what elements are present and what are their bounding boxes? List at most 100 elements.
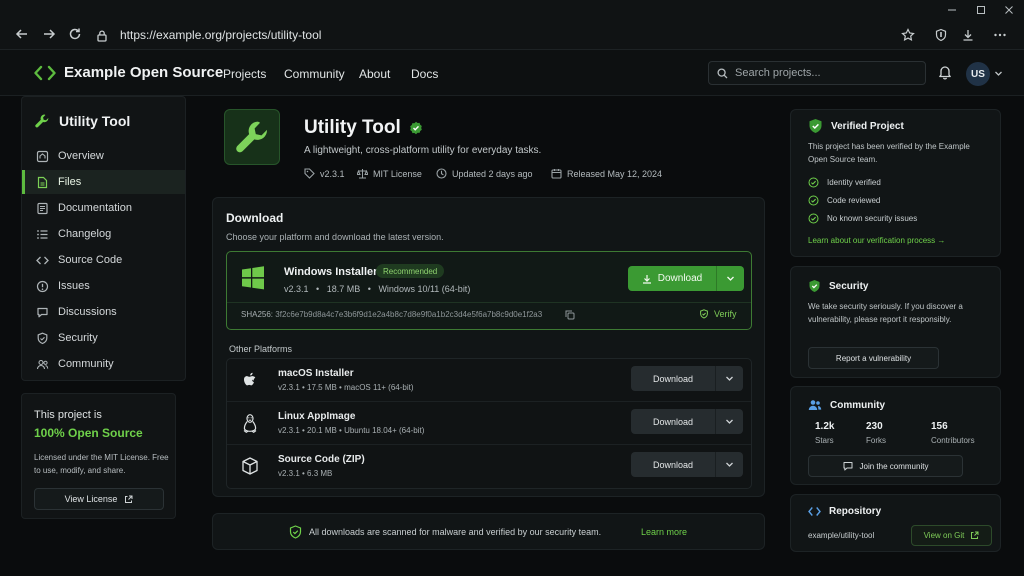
sidebar-item-overview[interactable]: Overview: [22, 144, 185, 168]
verified-title-text: Verified Project: [831, 120, 904, 132]
nav-projects[interactable]: Projects: [223, 67, 266, 81]
license-text: Licensed under the MIT License. Free to …: [34, 453, 169, 475]
brand-name: Example Open Source: [64, 64, 224, 81]
sidebar-item-issues[interactable]: Issues: [22, 274, 185, 298]
sidebar-item-changelog[interactable]: Changelog: [22, 222, 185, 246]
bell-icon[interactable]: [937, 64, 953, 80]
windows-download-options[interactable]: [717, 266, 744, 291]
minimize-icon[interactable]: [944, 3, 960, 17]
nav-about[interactable]: About: [359, 67, 390, 81]
verified-description: This project has been verified by the Ex…: [808, 142, 970, 164]
list-item: macOS Installer v2.3.1 • 17.5 MB • macOS…: [227, 359, 751, 402]
sidebar-title: Utility Tool: [34, 113, 130, 129]
macos-installer-meta: v2.3.1 • 17.5 MB • macOS 11+ (64-bit): [278, 383, 414, 392]
check-no-issues: No known security issues: [808, 213, 917, 224]
chevron-down-icon: [725, 417, 734, 426]
site-header: Example Open Source Projects Community A…: [0, 50, 1024, 96]
security-card: Security We take security seriously. If …: [790, 266, 1001, 378]
calendar-icon: [551, 168, 567, 179]
scale-icon: [357, 168, 373, 179]
sidebar-item-label: Documentation: [58, 202, 132, 214]
stat-forks: 230 Forks: [866, 421, 886, 445]
source-download-options[interactable]: [716, 452, 743, 477]
code-brackets-logo-icon: [34, 65, 56, 81]
download-tray-icon[interactable]: [959, 26, 977, 44]
learn-more-link[interactable]: Learn more: [641, 527, 687, 537]
sidebar-item-security[interactable]: Security: [22, 326, 185, 350]
sidebar-item-community[interactable]: Community: [22, 352, 185, 376]
forks-label: Forks: [866, 436, 886, 445]
join-community-button[interactable]: Join the community: [808, 455, 963, 477]
linux-download-options[interactable]: [716, 409, 743, 434]
macos-download-options[interactable]: [716, 366, 743, 391]
chevron-down-icon: [725, 374, 734, 383]
report-vulnerability-button[interactable]: Report a vulnerability: [808, 347, 939, 369]
released-meta: Released May 12, 2024: [551, 168, 662, 179]
windows-logo-icon: [241, 266, 265, 290]
scan-notice: All downloads are scanned for malware an…: [212, 513, 765, 550]
open-source-line2: 100% Open Source: [34, 426, 143, 440]
sidebar-item-documentation[interactable]: Documentation: [22, 196, 185, 220]
url-text[interactable]: https://example.org/projects/utility-too…: [120, 28, 321, 42]
repository-title-text: Repository: [829, 506, 882, 517]
forks-value: 230: [866, 421, 883, 432]
chevron-down-icon: [725, 460, 734, 469]
shield-icon: [35, 331, 49, 345]
avatar[interactable]: US: [966, 62, 990, 86]
contributors-value: 156: [931, 421, 948, 432]
address-bar[interactable]: https://example.org/projects/utility-too…: [96, 23, 924, 47]
shield-extension-icon[interactable]: [932, 26, 950, 44]
version-text: v2.3.1: [320, 168, 345, 179]
more-menu-icon[interactable]: [991, 26, 1009, 44]
star-icon[interactable]: [899, 26, 917, 44]
source-download-button[interactable]: Download: [631, 452, 715, 477]
updated-meta: Updated 2 days ago: [436, 168, 533, 179]
stat-contributors: 156 Contributors: [931, 421, 975, 445]
reload-icon[interactable]: [66, 25, 84, 43]
nav-docs[interactable]: Docs: [411, 67, 438, 81]
chat-icon: [843, 461, 860, 471]
other-platforms-title: Other Platforms: [229, 344, 293, 354]
linux-download-button[interactable]: Download: [631, 409, 715, 434]
sidebar-item-label: Security: [58, 332, 98, 344]
verify-label: Verify: [714, 309, 737, 319]
close-window-icon[interactable]: [1001, 3, 1017, 17]
windows-installer-card: Windows Installer Recommended v2.3.1 • 1…: [226, 251, 752, 330]
nav-community[interactable]: Community: [284, 67, 345, 81]
chevron-down-icon[interactable]: [994, 69, 1003, 78]
maximize-icon[interactable]: [973, 3, 989, 17]
verified-title: Verified Project: [808, 118, 904, 134]
sha256-label: SHA256:: [241, 310, 274, 319]
users-icon: [35, 357, 49, 371]
list-item: Linux AppImage v2.3.1 • 20.1 MB • Ubuntu…: [227, 402, 751, 445]
download-icon: [642, 274, 658, 284]
external-link-icon: [117, 495, 133, 504]
search-input[interactable]: [735, 67, 915, 79]
view-on-git-button[interactable]: View on Git: [911, 525, 992, 546]
sidebar-item-files[interactable]: Files: [22, 170, 185, 194]
macos-download-button[interactable]: Download: [631, 366, 715, 391]
alert-icon: [35, 279, 49, 293]
check-circle-icon: [808, 195, 827, 206]
scan-message: All downloads are scanned for malware an…: [309, 527, 602, 537]
search-box[interactable]: [708, 61, 926, 85]
sidebar-title-text: Utility Tool: [59, 113, 131, 129]
brand[interactable]: Example Open Source: [34, 64, 223, 81]
view-license-button[interactable]: View License: [34, 488, 164, 510]
sidebar-item-label: Overview: [58, 150, 104, 162]
back-arrow-icon[interactable]: [13, 25, 31, 43]
source-zip-meta: v2.3.1 • 6.3 MB: [278, 469, 333, 478]
sidebar-item-label: Changelog: [58, 228, 112, 240]
project-description: A lightweight, cross-platform utility fo…: [304, 145, 542, 156]
chat-icon: [35, 305, 49, 319]
forward-arrow-icon[interactable]: [40, 25, 58, 43]
sidebar-item-discussions[interactable]: Discussions: [22, 300, 185, 324]
linux-icon: [240, 413, 260, 435]
community-title-text: Community: [830, 399, 885, 411]
windows-download-button[interactable]: Download: [628, 266, 716, 291]
clock-icon: [436, 168, 452, 179]
verify-link[interactable]: Verify: [699, 309, 737, 319]
copy-icon[interactable]: [565, 310, 575, 320]
verification-process-link[interactable]: Learn about our verification process →: [808, 236, 945, 245]
sidebar-item-source-code[interactable]: Source Code: [22, 248, 185, 272]
